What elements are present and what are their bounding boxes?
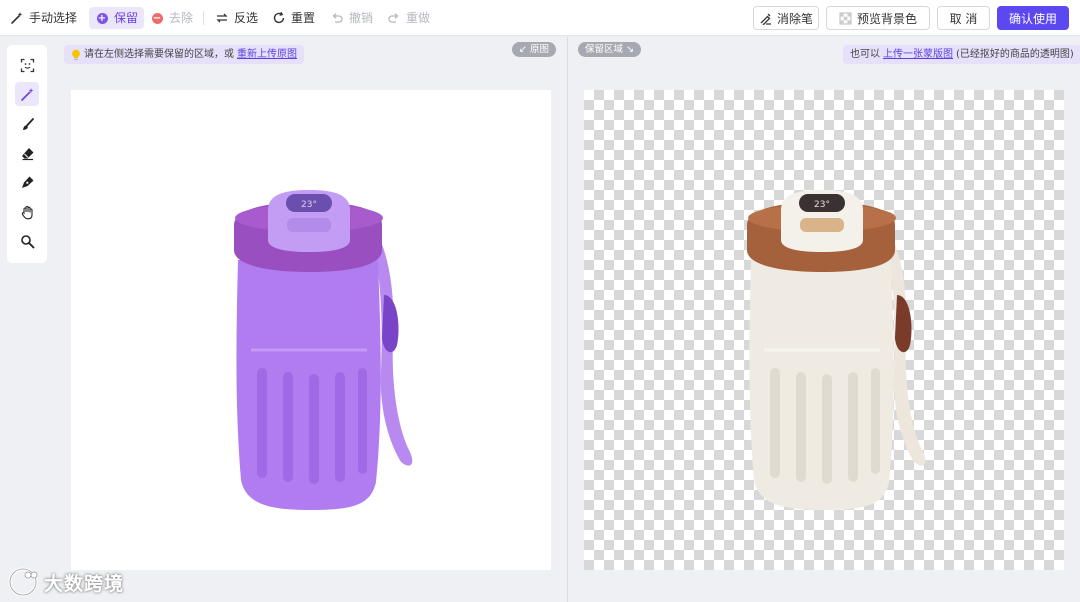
magic-wand-icon[interactable] (15, 82, 39, 106)
hand-icon[interactable] (15, 200, 39, 224)
undo-button[interactable]: 撤销 (330, 7, 373, 29)
keep-label: 保留 (114, 11, 139, 25)
manual-select-button[interactable]: 手动选择 (10, 7, 77, 29)
redo-button[interactable]: 重做 (387, 7, 430, 29)
upload-mask-link[interactable]: 上传一张蒙版图 (883, 45, 953, 64)
temperature-display: 23° (814, 200, 830, 210)
lightbulb-icon (71, 49, 81, 61)
cancel-label: 取 消 (949, 11, 978, 26)
right-hint-prefix: 也可以 (850, 49, 880, 60)
magic-wand-icon (10, 11, 24, 25)
redo-label: 重做 (406, 11, 431, 25)
reset-label: 重置 (291, 11, 316, 25)
refresh-icon (272, 11, 286, 25)
original-image-chip[interactable]: ↙ 原图 (512, 42, 556, 57)
confirm-button[interactable]: 确认使用 (997, 6, 1069, 30)
eraser-pen-label: 消除笔 (776, 11, 813, 26)
minus-circle-icon: − (151, 12, 163, 24)
eraser-pen-icon (759, 12, 772, 25)
zoom-icon[interactable] (15, 229, 39, 253)
brush-icon[interactable] (15, 112, 39, 136)
preview-background-label: 预览背景色 (856, 11, 917, 26)
left-hint-text: 请在左侧选择需要保留的区域，或 (84, 49, 234, 60)
eraser-icon[interactable] (15, 141, 39, 165)
watermark: 大数跨境 (8, 566, 124, 598)
remove-label: 去除 (169, 11, 194, 25)
result-panel: 保留区域 ↘ 也可以 上传一张蒙版图 (已经抠好的商品的透明图) 23° (568, 37, 1080, 602)
left-hint-banner: 请在左侧选择需要保留的区域，或 重新上传原图 (64, 45, 304, 64)
kept-area-chip[interactable]: 保留区域 ↘ (578, 42, 641, 57)
right-hint-suffix: (已经抠好的商品的透明图) (956, 49, 1074, 60)
eraser-pen-button[interactable]: 消除笔 (753, 6, 819, 30)
invert-button[interactable]: 反选 (215, 7, 258, 29)
reset-button[interactable]: 重置 (272, 7, 315, 29)
manual-select-label: 手动选择 (29, 11, 78, 25)
tool-rail (7, 45, 47, 263)
watermark-logo-icon (8, 567, 38, 597)
confirm-label: 确认使用 (1008, 11, 1057, 26)
toolbar-divider (203, 11, 204, 25)
pen-icon[interactable] (15, 170, 39, 194)
undo-icon (330, 11, 344, 25)
remove-button[interactable]: − 去除 (150, 7, 193, 29)
right-hint-banner: 也可以 上传一张蒙版图 (已经抠好的商品的透明图) (843, 45, 1080, 64)
temperature-display: 23° (301, 200, 317, 210)
swap-icon (215, 11, 229, 25)
result-canvas[interactable]: 23° (584, 90, 1064, 570)
checker-icon (839, 12, 852, 25)
source-canvas[interactable]: 23° (71, 90, 551, 570)
cancel-button[interactable]: 取 消 (937, 6, 990, 30)
cutout-product-image: 23° (747, 190, 926, 510)
source-panel: 请在左侧选择需要保留的区域，或 重新上传原图 ↙ 原图 23° (0, 37, 567, 602)
invert-label: 反选 (234, 11, 259, 25)
watermark-text: 大数跨境 (44, 572, 125, 595)
undo-label: 撤销 (349, 11, 374, 25)
redo-icon (387, 11, 401, 25)
keep-button[interactable]: + 保留 (89, 7, 145, 29)
reupload-original-link[interactable]: 重新上传原图 (237, 45, 297, 64)
plus-circle-icon: + (96, 12, 108, 24)
preview-background-button[interactable]: 预览背景色 (826, 6, 930, 30)
top-toolbar: 手动选择 + 保留 − 去除 反选 重置 撤销 重做 消除笔 预览背景色 取 消… (0, 0, 1080, 36)
masked-product-image: 23° (234, 190, 413, 510)
face-select-icon[interactable] (15, 53, 39, 77)
